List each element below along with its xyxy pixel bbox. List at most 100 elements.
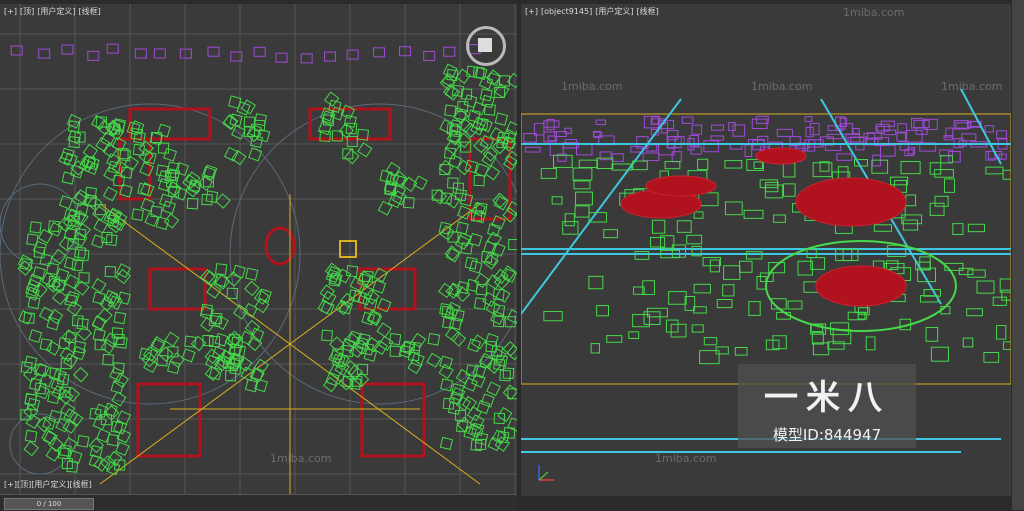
building-mass [572,167,593,181]
city-block [728,122,736,131]
road-circle [9,413,71,475]
tree-block [466,406,482,422]
top-viewport-label[interactable]: [+] [顶] [用户定义] [线框] [4,6,104,17]
city-block [880,144,896,157]
tree-block [388,332,402,346]
top-viewport-bottom-label[interactable]: [+][顶][用户定义][线框] [4,479,92,490]
car-block [372,47,385,58]
city-block [711,124,725,131]
tree-block [244,280,260,297]
building-mass [543,311,563,322]
building-mass [628,331,640,340]
command-panel-strip[interactable] [1012,0,1024,510]
tree-block [245,267,259,281]
building-mass [985,166,1004,175]
tree-block [345,264,359,278]
tree-block [215,263,228,276]
building-mass [857,312,868,320]
building-mass [739,260,753,273]
tree-block [138,347,153,361]
building-mass [664,160,681,170]
city-block [896,131,907,142]
viewport-menu-plus-2[interactable]: [+] [4,480,17,489]
building-mass [724,160,743,169]
building-mass [703,337,718,346]
tree-block [439,355,454,370]
city-block [913,119,930,129]
building-mass [787,300,803,310]
tree-block [257,288,272,303]
tree-block [157,178,172,192]
dome-mass [755,147,807,165]
timeline-bar[interactable]: 0 / 100 [0,494,517,511]
tree-block [473,174,485,187]
car-block [106,43,119,54]
building-mass [902,219,919,231]
tree-block [186,197,199,210]
tree-block [24,429,38,443]
tree-block [443,147,457,160]
tree-block [103,166,119,182]
viewport-menu-object[interactable]: [object9145] [541,7,592,16]
tree-block [494,112,509,126]
tree-block [45,340,61,356]
tree-block [476,400,491,415]
building-mass [676,220,692,233]
building-mass [929,162,942,175]
tree-block [104,266,116,278]
city-block [805,126,814,138]
tree-block [92,328,106,342]
city-block [691,124,703,135]
tree-block [214,332,229,347]
building-mass [574,205,590,218]
building-mass [958,267,974,276]
viewcube-icon[interactable] [466,26,506,66]
viewport-menu-shading-user-3[interactable]: [用户定义] [595,7,633,16]
city-block [961,133,977,142]
city-block [729,144,743,150]
viewport-menu-plus[interactable]: [+] [4,7,17,16]
car-block [87,50,100,61]
building-mass [745,251,763,260]
city-block [710,135,724,141]
tree-block [113,311,127,325]
brand-watermark: 一米八 模型ID:844947 [738,364,916,448]
tree-block [73,366,89,383]
viewport-menu-wireframe-2[interactable]: [线框] [69,480,91,489]
timeline-slider[interactable]: 0 / 100 [4,498,94,510]
viewport-menu-view[interactable]: [顶] [20,7,34,16]
watermark-right-1: 1miba.com [843,6,905,19]
city-block [703,140,719,153]
viewport-menu-plus-3[interactable]: [+] [525,7,538,16]
city-block [852,127,860,135]
building-mass [603,229,618,239]
viewport-menu-view-2[interactable]: [顶] [17,480,31,489]
city-block [611,153,624,162]
tree-block [200,316,216,333]
tree-block [167,346,179,358]
tree-block [321,329,333,342]
tree-block [225,271,242,287]
tree-block [319,284,336,300]
tree-block [46,262,59,276]
building-mass [996,325,1007,340]
tree-block [479,88,493,102]
building-mass [812,342,830,356]
building-mass [952,223,964,235]
viewport-menu-shading-user[interactable]: [用户定义] [37,7,75,16]
building-mass [966,308,983,317]
viewport-menu-wireframe-3[interactable]: [线框] [636,7,658,16]
building-mass [934,169,954,178]
viewport-menu-wireframe[interactable]: [线框] [78,7,100,16]
building-mass [885,260,899,270]
perspective-viewport-label[interactable]: [+] [object9145] [用户定义] [线框] [525,6,662,17]
top-viewport[interactable]: [+] [顶] [用户定义] [线框] [+][顶][用户定义][线框] 1miba.… [0,4,517,494]
watermark-left: 1miba.com [270,452,332,465]
viewport-menu-shading-user-2[interactable]: [用户定义] [31,480,69,489]
building-mass [588,275,604,290]
tree-block [93,218,109,234]
tree-block [376,322,392,338]
tree-block [455,368,471,385]
brand-title: 一米八 [764,378,890,418]
city-block [943,135,953,141]
